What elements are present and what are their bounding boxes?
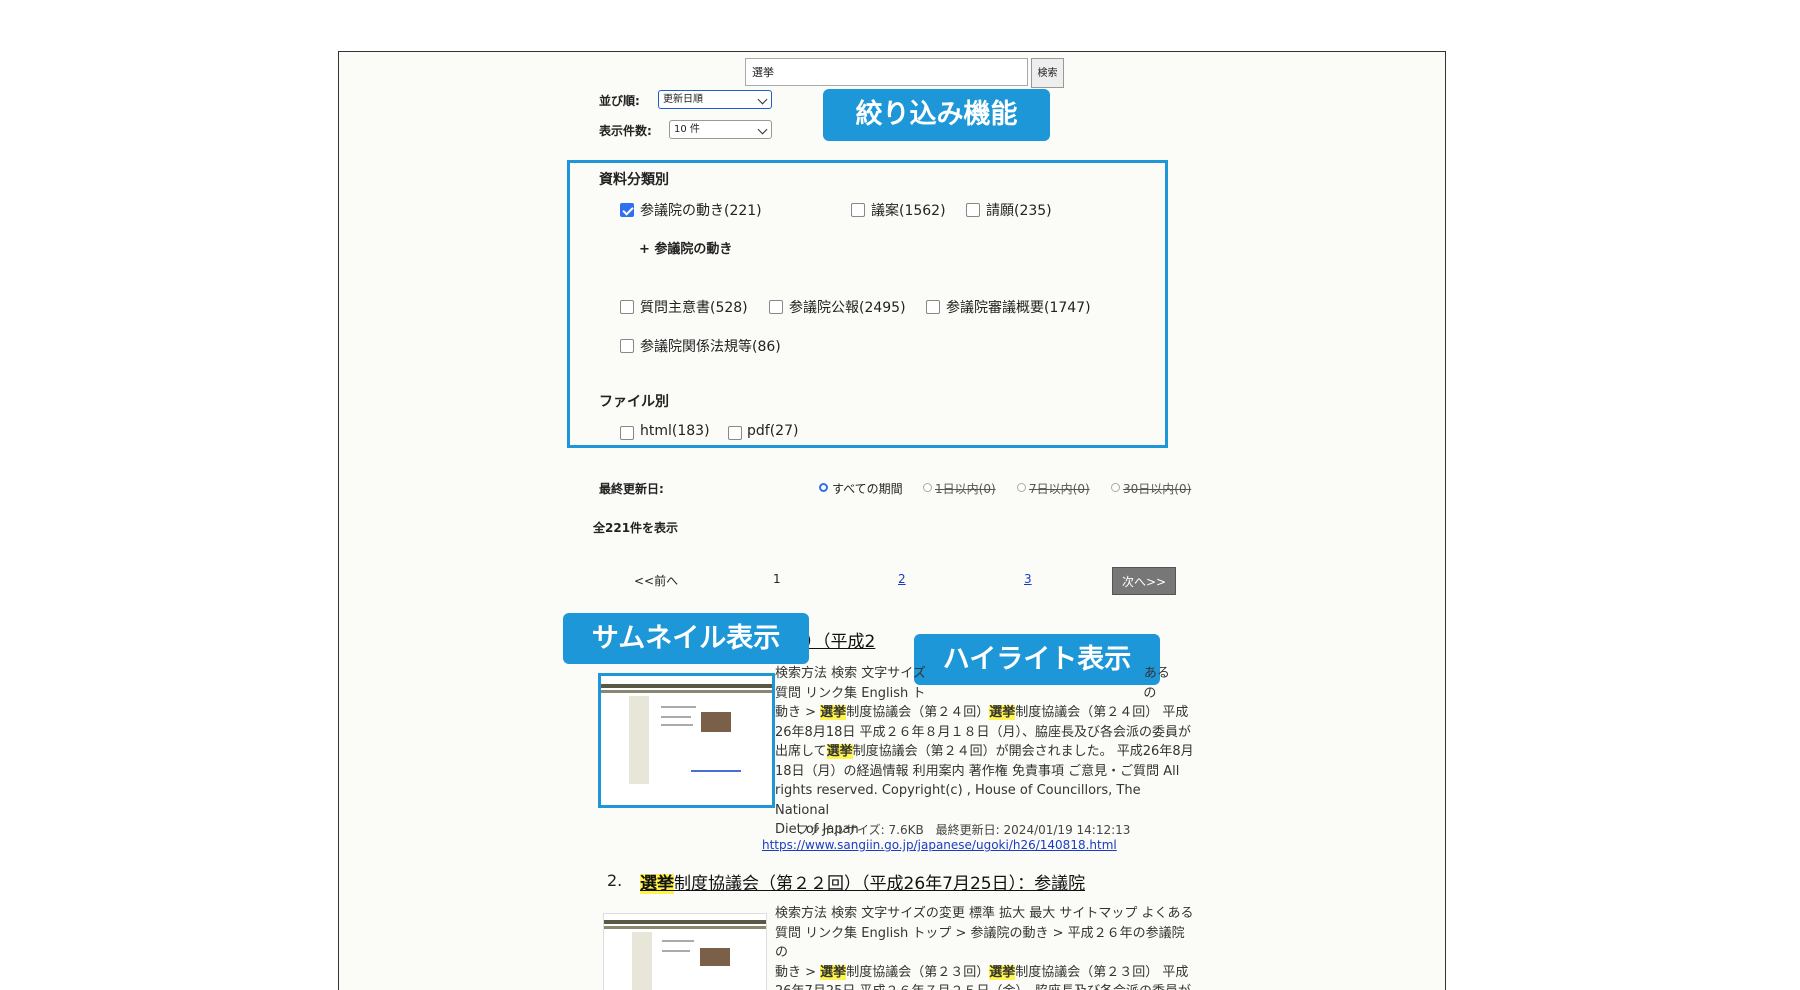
radio-30-days[interactable] bbox=[1111, 483, 1120, 492]
snippet-text: 制度協議会（第２３回） bbox=[846, 964, 990, 980]
snippet-text: rights reserved. Copyright(c) , House of… bbox=[775, 783, 1141, 818]
file-label-0: html(183) bbox=[640, 423, 710, 439]
per-page-select[interactable]: 10 件 bbox=[669, 120, 772, 139]
search-input[interactable]: 選挙 bbox=[745, 58, 1028, 86]
result-2-snippet: 検索方法 検索 文字サイズの変更 標準 拡大 最大 サイトマップ よくある 質問… bbox=[775, 904, 1195, 990]
checkbox-more-2[interactable] bbox=[926, 300, 940, 314]
more-label-1: 参議院公報(2495) bbox=[789, 300, 906, 316]
category-label-2: 請願(235) bbox=[986, 203, 1052, 219]
checkbox-category-0[interactable] bbox=[620, 203, 634, 217]
more-label-3: 参議院関係法規等(86) bbox=[640, 339, 781, 355]
snippet-text: 制度協議会（第２４回） 平成 bbox=[1015, 705, 1189, 720]
page-link-2[interactable]: 2 bbox=[898, 572, 906, 586]
sub-category-toggle[interactable]: + 参議院の動き bbox=[639, 238, 732, 257]
page-current: 1 bbox=[773, 572, 781, 586]
result-count: 全221件を表示 bbox=[593, 521, 679, 535]
sort-select[interactable]: 更新日順 bbox=[658, 90, 772, 109]
snippet-text: 26年7月25日 平成２６年７月２５日（金）、脇座長及び各会派の委員が bbox=[775, 982, 1195, 990]
per-page-value: 10 件 bbox=[674, 124, 700, 135]
callout-filter: 絞り込み機能 bbox=[823, 89, 1050, 141]
prev-page-link[interactable]: <<前へ bbox=[634, 572, 678, 589]
sort-value: 更新日順 bbox=[663, 94, 703, 105]
snippet-text: 検索方法 検索 文字サイズの変更 標準 拡大 最大 サイトマップ よくある bbox=[775, 906, 1194, 921]
chevron-down-icon bbox=[757, 124, 768, 135]
checkbox-file-0[interactable] bbox=[620, 426, 634, 440]
snippet-text: 動き > bbox=[775, 705, 821, 720]
result-1-thumbnail[interactable] bbox=[598, 673, 775, 808]
result-2-title-text: 制度協議会（第２２回）（平成26年7月25日）：参議院 bbox=[674, 874, 1086, 894]
category-label-0: 参議院の動き(221) bbox=[640, 203, 762, 219]
page-link-3[interactable]: 3 bbox=[1024, 572, 1032, 586]
checkbox-more-3[interactable] bbox=[620, 339, 634, 353]
snippet-text: 検索方法 検索 文字サイズ bbox=[775, 666, 926, 681]
next-page-button[interactable]: 次へ>> bbox=[1112, 567, 1176, 595]
checkbox-file-1[interactable] bbox=[728, 426, 742, 440]
result-2-title[interactable]: 選挙制度協議会（第２２回）（平成26年7月25日）：参議院 bbox=[640, 869, 1085, 894]
snippet-text: ある bbox=[1143, 666, 1170, 681]
checkbox-category-2[interactable] bbox=[966, 203, 980, 217]
category-title: 資料分類別 bbox=[599, 172, 669, 188]
snippet-text: 制度協議会（第２４回） bbox=[846, 705, 990, 720]
more-label-2: 参議院審議概要(1747) bbox=[946, 300, 1091, 316]
snippet-text: 質問 リンク集 English ト bbox=[775, 685, 926, 701]
result-1-meta: ファイルサイズ: 7.6KB 最終更新日: 2024/01/19 14:12:1… bbox=[797, 823, 1131, 837]
radio-label-2: 7日以内(0) bbox=[1029, 482, 1090, 496]
result-1-snippet: 検索方法 検索 文字サイズ ある 質問 リンク集 English トの 動き > … bbox=[775, 664, 1195, 840]
checkbox-more-1[interactable] bbox=[769, 300, 783, 314]
highlight-term: 選挙 bbox=[820, 705, 847, 720]
snippet-text: 質問 リンク集 English トップ > 参議院の動き > 平成２６年の参議院… bbox=[775, 925, 1185, 961]
radio-7-days[interactable] bbox=[1017, 483, 1026, 492]
highlight-term: 選挙 bbox=[989, 705, 1016, 720]
callout-thumbnail: サムネイル表示 bbox=[563, 613, 809, 664]
more-label-0: 質問主意書(528) bbox=[640, 300, 748, 316]
page-frame: 選挙 検索 並び順: 更新日順 表示件数: 10 件 絞り込み機能 資料分類別 … bbox=[338, 51, 1446, 990]
category-label-1: 議案(1562) bbox=[871, 203, 946, 219]
radio-label-0: すべての期間 bbox=[832, 482, 903, 496]
checkbox-more-0[interactable] bbox=[620, 300, 634, 314]
snippet-text: の bbox=[1143, 685, 1157, 701]
highlight-term: 選挙 bbox=[820, 964, 847, 980]
radio-label-1: 1日以内(0) bbox=[935, 482, 996, 496]
snippet-text: 出席して bbox=[775, 744, 827, 759]
snippet-text: 18日（月）の経過情報 利用案内 著作権 免責事項 ご意見・ご質問 All bbox=[775, 763, 1180, 779]
radio-label-3: 30日以内(0) bbox=[1123, 482, 1192, 496]
file-title: ファイル別 bbox=[599, 394, 669, 410]
snippet-text: 制度協議会（第２４回）が開会されました。 平成26年8月 bbox=[852, 744, 1194, 759]
highlight-term: 選挙 bbox=[826, 744, 853, 759]
per-page-label: 表示件数: bbox=[599, 124, 652, 138]
sort-label: 並び順: bbox=[599, 94, 640, 108]
search-button[interactable]: 検索 bbox=[1031, 58, 1064, 88]
snippet-text: 動き > bbox=[775, 964, 821, 980]
radio-all-periods[interactable] bbox=[819, 483, 828, 492]
chevron-down-icon bbox=[757, 94, 768, 105]
highlight-term: 選挙 bbox=[989, 964, 1016, 980]
result-2-thumbnail[interactable] bbox=[603, 913, 767, 990]
snippet-text: 制度協議会（第２３回） 平成 bbox=[1015, 964, 1189, 980]
snippet-text: 26年8月18日 平成２６年８月１８日（月）、脇座長及び各会派の委員が bbox=[775, 724, 1191, 740]
file-label-1: pdf(27) bbox=[747, 423, 799, 439]
result-2-number: 2. bbox=[607, 871, 623, 890]
result-1-url[interactable]: https://www.sangiin.go.jp/japanese/ugoki… bbox=[762, 838, 1117, 852]
radio-1-day[interactable] bbox=[923, 483, 932, 492]
checkbox-category-1[interactable] bbox=[851, 203, 865, 217]
highlight-term: 選挙 bbox=[640, 874, 674, 894]
last-updated-label: 最終更新日: bbox=[599, 482, 664, 496]
